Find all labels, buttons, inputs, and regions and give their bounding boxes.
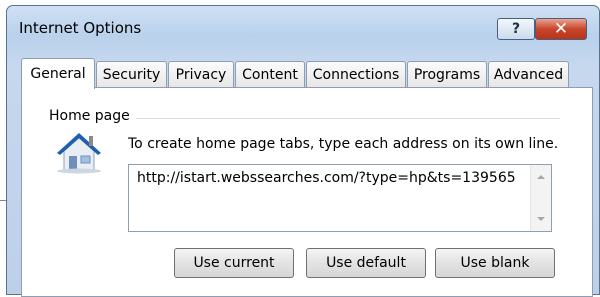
help-button[interactable]: ? <box>497 18 535 40</box>
tab-strip: General Security Privacy Content Connect… <box>21 58 600 89</box>
home-page-description: To create home page tabs, type each addr… <box>128 136 559 152</box>
address-scrollbar[interactable] <box>530 165 551 231</box>
tab-privacy[interactable]: Privacy <box>168 61 234 88</box>
tab-content[interactable]: Content <box>235 61 305 88</box>
tab-security[interactable]: Security <box>96 61 167 88</box>
help-icon: ? <box>511 21 521 37</box>
home-page-address-text: http://istart.webssearches.com/?type=hp&… <box>137 170 516 186</box>
tab-programs[interactable]: Programs <box>407 61 487 88</box>
close-icon: ✕ <box>553 19 569 39</box>
tab-connections[interactable]: Connections <box>306 61 406 88</box>
use-current-button[interactable]: Use current <box>174 248 294 278</box>
use-blank-button[interactable]: Use blank <box>435 248 555 278</box>
tab-advanced[interactable]: Advanced <box>488 61 569 88</box>
window-title: Internet Options <box>19 19 142 37</box>
tab-general[interactable]: General <box>21 58 95 89</box>
scroll-down-icon[interactable] <box>537 217 545 221</box>
scroll-up-icon[interactable] <box>537 175 545 179</box>
internet-options-dialog: Internet Options ? ✕ General Security Pr… <box>6 5 600 297</box>
use-default-button[interactable]: Use default <box>306 248 426 278</box>
home-page-address-box[interactable]: http://istart.webssearches.com/?type=hp&… <box>128 164 552 232</box>
general-tab-panel: Home page To create home page tabs, type… <box>21 87 593 297</box>
house-icon <box>57 133 101 174</box>
home-page-group-label: Home page <box>49 108 136 124</box>
close-button[interactable]: ✕ <box>535 18 587 40</box>
